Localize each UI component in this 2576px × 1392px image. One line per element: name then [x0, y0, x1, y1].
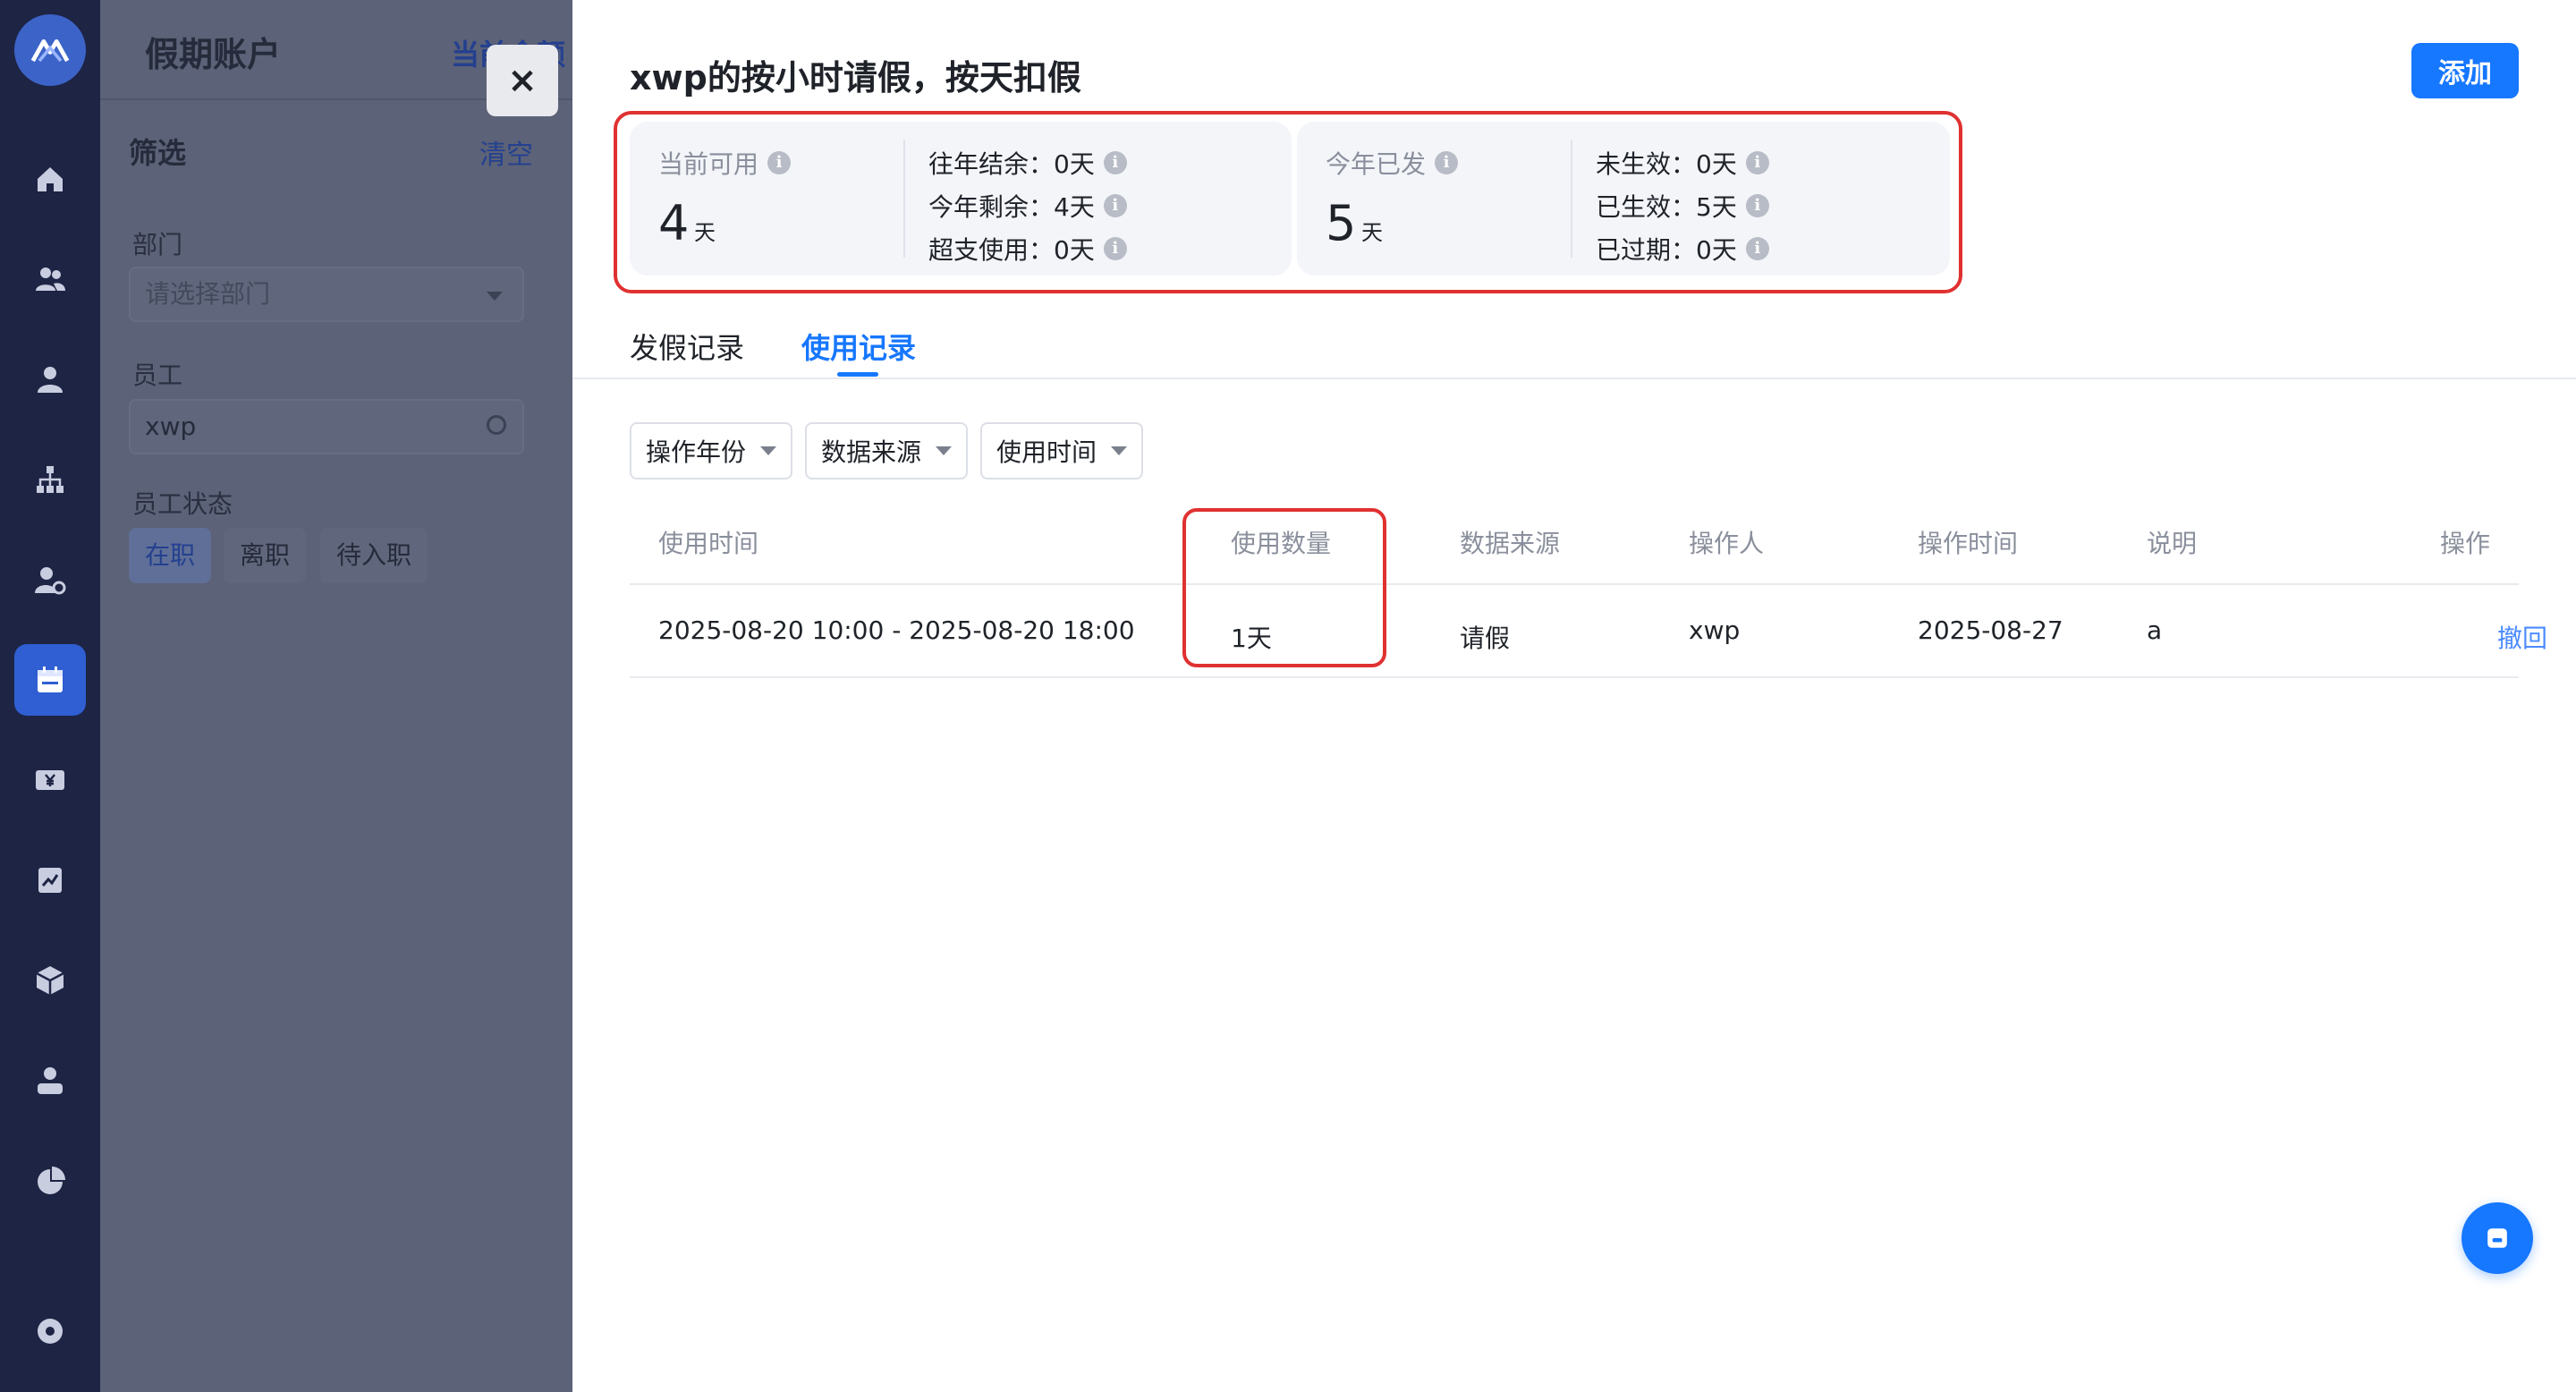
background-page: 假期账户 当前余额 筛选 清空 部门 请选择部门 员工 xwp 员工状态 在职 …	[100, 0, 572, 1392]
employee-search-value: xwp	[145, 412, 197, 441]
logo-mark-icon	[30, 39, 70, 63]
box-icon[interactable]	[14, 945, 86, 1016]
active-tab-indicator	[837, 372, 878, 377]
page-title: 假期账户	[145, 35, 282, 74]
department-placeholder: 请选择部门	[145, 279, 271, 309]
column-use-time: 使用时间	[658, 529, 759, 558]
filter-source-dropdown[interactable]: 数据来源	[805, 422, 969, 480]
home-icon[interactable]	[14, 143, 86, 215]
close-icon: ×	[507, 60, 538, 101]
column-action: 操作	[2440, 529, 2491, 558]
chevron-down-icon	[1111, 446, 1128, 455]
usage-records-table: 使用时间 使用数量 数据来源 操作人 操作时间 说明 操作 2025-08-20…	[630, 505, 2547, 678]
team-icon[interactable]	[14, 243, 86, 315]
tab-issue-records[interactable]: 发假记录	[630, 326, 744, 367]
profile-icon[interactable]	[14, 1045, 86, 1116]
cell-note: a	[2147, 615, 2163, 645]
app-logo[interactable]	[14, 14, 86, 86]
money-icon[interactable]	[14, 744, 86, 816]
report-icon[interactable]	[14, 845, 86, 916]
status-option-pending[interactable]: 待入职	[320, 528, 428, 583]
record-tabs: 发假记录 使用记录	[572, 313, 2576, 379]
column-operator: 操作人	[1689, 529, 1765, 558]
department-label: 部门	[132, 230, 183, 259]
pie-chart-icon[interactable]	[14, 1145, 86, 1217]
org-chart-icon[interactable]	[14, 444, 86, 515]
status-option-active[interactable]: 在职	[129, 528, 212, 583]
revoke-link[interactable]: 撤回	[2497, 619, 2547, 655]
filter-title: 筛选	[129, 136, 187, 170]
filter-usetime-label: 使用时间	[996, 437, 1097, 467]
user-icon[interactable]	[14, 344, 86, 415]
leave-detail-drawer: xwp的按小时请假，按天扣假 添加 当前可用 i 4 天 往年结余：0天 i 今…	[572, 0, 2576, 1392]
clear-filter-link[interactable]: 清空	[479, 132, 533, 172]
user-settings-icon[interactable]	[14, 544, 86, 615]
chevron-down-icon	[760, 446, 777, 455]
filter-source-label: 数据来源	[821, 437, 922, 467]
cell-operator: xwp	[1689, 615, 1741, 645]
column-op-time: 操作时间	[1918, 529, 2019, 558]
table-row: 2025-08-20 10:00 - 2025-08-20 18:00 1天 请…	[630, 585, 2547, 678]
close-drawer-button[interactable]: ×	[487, 45, 558, 116]
employee-label: 员工	[132, 361, 183, 390]
status-option-left[interactable]: 离职	[224, 528, 307, 583]
column-note: 说明	[2147, 529, 2198, 558]
table-header: 使用时间 使用数量 数据来源 操作人 操作时间 说明 操作	[630, 505, 2519, 585]
summary-highlight-box	[614, 111, 1962, 293]
filter-usetime-dropdown[interactable]: 使用时间	[980, 422, 1144, 480]
status-label: 员工状态	[132, 489, 233, 519]
cell-op-time: 2025-08-27	[1918, 615, 2063, 645]
settings-icon[interactable]	[14, 1295, 86, 1367]
calendar-icon[interactable]	[14, 644, 86, 716]
filter-year-dropdown[interactable]: 操作年份	[630, 422, 793, 480]
cell-use-time: 2025-08-20 10:00 - 2025-08-20 18:00	[658, 615, 1135, 645]
chevron-down-icon	[936, 446, 953, 455]
add-button[interactable]: 添加	[2411, 43, 2519, 98]
cell-source: 请假	[1460, 624, 1511, 653]
chevron-down-icon	[487, 292, 503, 301]
tab-usage-records[interactable]: 使用记录	[801, 326, 916, 367]
floating-action-button[interactable]	[2462, 1202, 2533, 1274]
chat-icon	[2487, 1228, 2507, 1248]
amount-highlight-box	[1182, 508, 1386, 667]
column-source: 数据来源	[1460, 529, 1561, 558]
drawer-title: xwp的按小时请假，按天扣假	[630, 58, 1081, 98]
search-icon	[487, 415, 506, 435]
department-select[interactable]: 请选择部门	[129, 267, 524, 322]
filter-year-label: 操作年份	[646, 437, 747, 467]
employee-search-input[interactable]: xwp	[129, 399, 524, 454]
nav-rail	[0, 0, 100, 1392]
